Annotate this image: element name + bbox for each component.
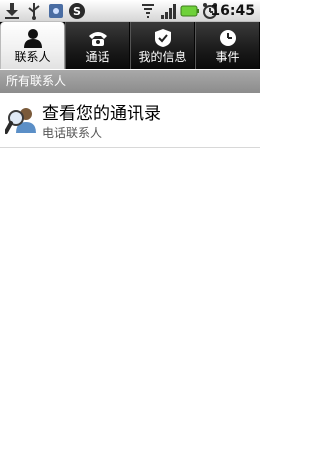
- tab-label: 事件: [215, 50, 240, 64]
- list-item[interactable]: 查看您的通讯录 电话联系人: [0, 93, 260, 148]
- wifi-icon: [142, 4, 154, 18]
- skype-icon: S: [69, 3, 85, 19]
- clock-icon: [219, 30, 236, 46]
- tab-events[interactable]: 事件: [195, 22, 260, 69]
- download-icon: [5, 3, 19, 19]
- tab-contacts[interactable]: 联系人: [0, 22, 65, 69]
- profile-icon: [154, 29, 171, 47]
- list-item-subtitle: 电话联系人: [42, 126, 103, 140]
- section-header: 所有联系人: [0, 70, 260, 93]
- tab-label: 我的信息: [138, 50, 187, 64]
- phone-icon: [88, 32, 107, 46]
- person-icon: [23, 29, 42, 48]
- tab-label: 联系人: [14, 50, 51, 64]
- status-bar: S 16:45: [0, 0, 260, 22]
- tab-label: 通话: [85, 50, 110, 64]
- battery-icon: [180, 5, 199, 17]
- status-time: 16:45: [210, 3, 255, 19]
- tab-calls[interactable]: 通话: [65, 22, 130, 69]
- tab-bar: 联系人 通话 我的信息 事件: [0, 22, 260, 69]
- usb-icon: [28, 3, 40, 20]
- svg-text:S: S: [73, 5, 81, 18]
- contact-search-icon: [5, 108, 36, 134]
- debug-icon: [49, 4, 63, 18]
- signal-icon: [161, 4, 176, 19]
- list-item-title: 查看您的通讯录: [42, 104, 161, 124]
- tab-my-info[interactable]: 我的信息: [130, 22, 195, 69]
